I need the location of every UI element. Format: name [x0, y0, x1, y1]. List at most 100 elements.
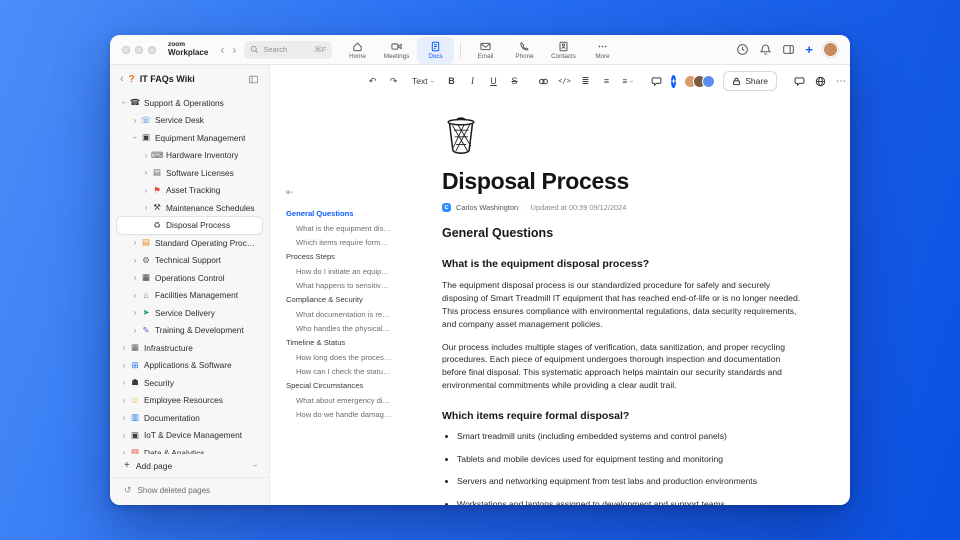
sidebar-item-employee-resources[interactable]: › ☺ Employee Resources	[117, 392, 262, 410]
sidebar-item-security[interactable]: › ☗ Security	[117, 374, 262, 392]
sidebar-item-data-analytics[interactable]: › ▨ Data & Analytics	[117, 444, 262, 454]
close-button[interactable]	[122, 45, 130, 54]
outline-item[interactable]: How do I initiate an equipm...	[286, 264, 392, 278]
notifications-bell-icon[interactable]	[759, 43, 772, 56]
more-options-icon[interactable]: ⋯	[835, 72, 848, 90]
nav-tab-phone[interactable]: Phone	[506, 37, 543, 64]
chevron-icon[interactable]: ›	[130, 116, 140, 125]
chevron-icon[interactable]: ›	[120, 98, 129, 108]
nav-tab-more[interactable]: More	[584, 37, 621, 64]
outline-section-compliance-security[interactable]: Compliance & Security	[286, 292, 392, 307]
chevron-icon[interactable]: ›	[119, 361, 129, 370]
outline-section-process-steps[interactable]: Process Steps	[286, 249, 392, 264]
sidebar-item-standard-operating-procedures[interactable]: ›▤ Standard Operating Procedures	[117, 234, 262, 252]
nav-tab-email[interactable]: Email	[467, 37, 504, 64]
chevron-icon[interactable]: ›	[141, 151, 151, 160]
sidebar-back-icon[interactable]: ‹	[120, 73, 124, 85]
outline-section-special-circumstances[interactable]: Special Circumstances	[286, 378, 392, 393]
nav-tab-contacts[interactable]: Contacts	[545, 37, 582, 64]
chevron-icon[interactable]: ›	[119, 431, 129, 440]
link-icon[interactable]	[537, 72, 550, 90]
chevron-icon[interactable]: ›	[130, 256, 140, 265]
chevron-icon[interactable]: ›	[130, 326, 140, 335]
nav-tab-home[interactable]: Home	[339, 37, 376, 64]
minimize-button[interactable]	[135, 45, 143, 54]
add-plus-icon[interactable]: +	[805, 43, 813, 56]
undo-icon[interactable]: ↶	[366, 72, 379, 90]
search-input[interactable]: Search ⌘F	[244, 40, 333, 59]
sidebar-item-facilities-management[interactable]: › ⌂ Facilities Management	[117, 287, 262, 305]
ai-companion-button[interactable]: +	[671, 74, 677, 88]
outline-item[interactable]: Who handles the physical di...	[286, 321, 392, 335]
sidebar-item-applications-software[interactable]: › ⊞ Applications & Software	[117, 357, 262, 375]
italic-button[interactable]: I	[466, 72, 479, 90]
collaborator-avatar[interactable]	[702, 74, 716, 88]
chevron-icon[interactable]: ›	[119, 413, 129, 422]
sidebar-item-maintenance-schedules[interactable]: › ⚒ Maintenance Schedules	[117, 199, 262, 217]
sidebar-item-training-development[interactable]: › ✎ Training & Development	[117, 322, 262, 340]
outline-section-timeline-status[interactable]: Timeline & Status	[286, 335, 392, 350]
show-deleted-pages-button[interactable]: ↺ Show deleted pages	[110, 477, 269, 505]
maximize-button[interactable]	[148, 45, 156, 54]
chevron-icon[interactable]: ›	[141, 168, 151, 177]
numbered-list-icon[interactable]: ≡	[600, 72, 613, 90]
sidebar-item-asset-tracking[interactable]: › ⚑ Asset Tracking	[117, 182, 262, 200]
add-page-button[interactable]: + Add page ›	[110, 454, 269, 477]
sidebar-item-service-desk[interactable]: › ☏ Service Desk	[117, 112, 262, 130]
outline-item[interactable]: Which items require formal ...	[286, 235, 392, 249]
sidebar-item-disposal-process[interactable]: ♻ Disposal Process	[117, 216, 262, 234]
globe-icon[interactable]	[814, 72, 827, 90]
bold-button[interactable]: B	[445, 72, 458, 90]
sidebar-item-equipment-management[interactable]: › ▣ Equipment Management	[117, 129, 262, 147]
document[interactable]: Disposal Process C Carlos Washington · U…	[392, 97, 850, 505]
nav-tab-meetings[interactable]: Meetings	[378, 37, 415, 64]
outline-item[interactable]: How long does the process ...	[286, 350, 392, 364]
sidebar-collapse-icon[interactable]	[248, 74, 259, 85]
panel-toggle-icon[interactable]	[782, 43, 795, 56]
user-avatar[interactable]	[823, 42, 838, 57]
outline-item[interactable]: How do we handle damage...	[286, 407, 392, 421]
outline-item[interactable]: How can I check the status ...	[286, 364, 392, 378]
outline-item[interactable]: What happens to sensitive ...	[286, 278, 392, 292]
sidebar-item-iot-device-management[interactable]: › ▣ IoT & Device Management	[117, 427, 262, 445]
chevron-icon[interactable]: ›	[141, 203, 151, 212]
chevron-icon[interactable]: ›	[131, 133, 140, 143]
forward-icon[interactable]: ›	[232, 43, 236, 57]
chevron-icon[interactable]: ›	[119, 343, 129, 352]
sidebar-item-technical-support[interactable]: › ⚙ Technical Support	[117, 252, 262, 270]
outline-item[interactable]: What is the equipment disp...	[286, 221, 392, 235]
back-icon[interactable]: ‹	[220, 43, 224, 57]
redo-icon[interactable]: ↷	[387, 72, 400, 90]
outline-collapse-icon[interactable]: ⇤	[286, 187, 392, 198]
sidebar-item-hardware-inventory[interactable]: › ⌨ Hardware Inventory	[117, 147, 262, 165]
chevron-icon[interactable]: ›	[141, 186, 151, 195]
shield-icon: ☗	[131, 377, 139, 388]
align-dropdown[interactable]: ≡ ›	[621, 72, 635, 90]
chevron-icon[interactable]: ›	[130, 238, 140, 247]
sidebar-item-infrastructure[interactable]: › ▦ Infrastructure	[117, 339, 262, 357]
chevron-icon[interactable]: ›	[119, 378, 129, 387]
nav-tab-docs[interactable]: Docs	[417, 36, 454, 64]
collapse-chevron-icon[interactable]: ›	[251, 464, 260, 467]
sidebar-item-operations-control[interactable]: › ▦ Operations Control	[117, 269, 262, 287]
share-button[interactable]: Share	[723, 71, 777, 91]
chevron-icon[interactable]: ›	[130, 291, 140, 300]
comment-icon[interactable]	[650, 72, 663, 90]
underline-button[interactable]: U	[487, 72, 500, 90]
sidebar-item-software-licenses[interactable]: › ▤ Software Licenses	[117, 164, 262, 182]
code-icon[interactable]: </>	[558, 72, 571, 90]
chevron-icon[interactable]: ›	[119, 396, 129, 405]
chat-icon[interactable]	[793, 72, 806, 90]
history-clock-icon[interactable]	[736, 43, 749, 56]
sidebar-item-documentation[interactable]: › ▥ Documentation	[117, 409, 262, 427]
outline-section-general-questions[interactable]: General Questions	[286, 206, 392, 221]
sidebar-item-support-operations[interactable]: › ☎ Support & Operations	[117, 94, 262, 112]
sidebar-item-service-delivery[interactable]: › ➤ Service Delivery	[117, 304, 262, 322]
chevron-icon[interactable]: ›	[130, 308, 140, 317]
outline-item[interactable]: What about emergency dis...	[286, 393, 392, 407]
text-style-dropdown[interactable]: Text ›	[412, 72, 435, 90]
bullet-list-icon[interactable]: ≣	[579, 72, 592, 90]
outline-item[interactable]: What documentation is req...	[286, 307, 392, 321]
chevron-icon[interactable]: ›	[130, 273, 140, 282]
strikethrough-button[interactable]: S	[508, 72, 521, 90]
